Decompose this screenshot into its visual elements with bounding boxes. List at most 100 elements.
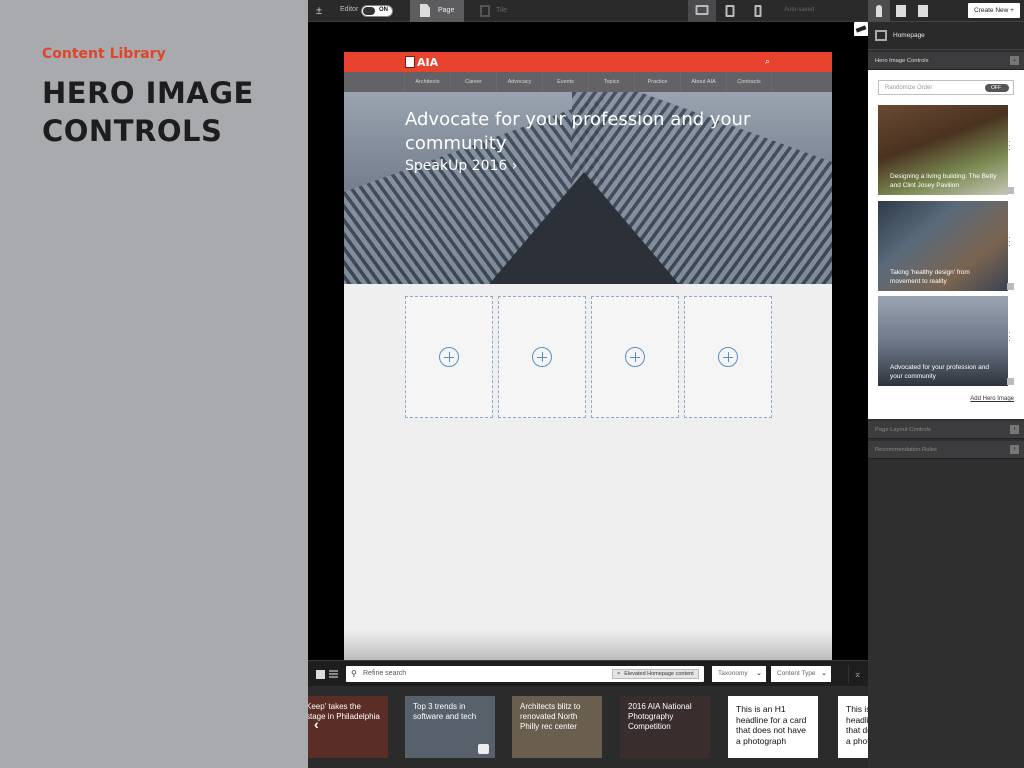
- nav-item-events[interactable]: Events: [542, 72, 588, 92]
- nav-item-about[interactable]: About AIA: [680, 72, 726, 92]
- empty-tile-slot[interactable]: [684, 296, 772, 418]
- create-new-button[interactable]: Create New +: [968, 3, 1020, 18]
- homepage-row[interactable]: Homepage: [868, 22, 1024, 50]
- randomize-toggle[interactable]: OFF: [985, 84, 1009, 92]
- tab-page-label: Page: [438, 7, 455, 14]
- hero-image-item[interactable]: Taking 'healthy design' from movement to…: [878, 201, 1008, 291]
- pin-tab[interactable]: [868, 0, 890, 22]
- tab-tile-label: Tile: [496, 7, 508, 14]
- library-filter-bar: ⚲ Refine search × Elevated Homepage conte…: [308, 660, 868, 686]
- card-title: This is an H1 headline for a card that d…: [736, 704, 807, 746]
- remove-icon[interactable]: [1007, 378, 1014, 385]
- card-title: 2016 AIA National Photography Competitio…: [628, 702, 692, 731]
- slide-title-line1: HERO IMAGE: [42, 76, 254, 110]
- drag-handle-icon[interactable]: · · ·: [1008, 329, 1014, 345]
- page-layout-label: Page Layout Controls: [875, 427, 931, 433]
- desktop-icon: [695, 5, 709, 15]
- list-view-icon[interactable]: [329, 670, 338, 679]
- hero-image-caption: Designing a living building: The Betty a…: [890, 173, 997, 189]
- search-placeholder: Refine search: [363, 670, 407, 677]
- nav-item-topics[interactable]: Topics: [588, 72, 634, 92]
- content-card[interactable]: 2016 AIA National Photography Competitio…: [620, 696, 710, 758]
- card-title: Architects blitz to renovated North Phil…: [520, 702, 581, 731]
- hero-image-item[interactable]: Designing a living building: The Betty a…: [878, 105, 1008, 195]
- chevron-right-icon[interactable]: ›: [1010, 445, 1019, 454]
- grid-view-icon[interactable]: [316, 670, 325, 679]
- grid-icon: [875, 30, 887, 41]
- chevron-down-icon[interactable]: ⌄: [1010, 56, 1019, 65]
- files-tab[interactable]: [912, 0, 934, 22]
- collapse-library-button[interactable]: ⌅: [848, 665, 866, 683]
- tablet-view-button[interactable]: [716, 0, 744, 22]
- add-content-icon[interactable]: ±: [312, 4, 326, 18]
- add-tile-icon[interactable]: [718, 347, 738, 367]
- taxonomy-select[interactable]: Taxonomy ⌄: [712, 666, 766, 682]
- drag-handle-icon[interactable]: · · ·: [1008, 234, 1014, 250]
- hero-image-caption: Advocated for your profession and your c…: [890, 364, 990, 380]
- content-card[interactable]: Architects blitz to renovated North Phil…: [512, 696, 602, 758]
- empty-tile-slot[interactable]: [591, 296, 679, 418]
- mobile-view-button[interactable]: [744, 0, 772, 22]
- nav-item-career[interactable]: Career: [450, 72, 496, 92]
- nav-item-contracts[interactable]: Contracts: [726, 72, 772, 92]
- content-card[interactable]: Top 3 trends in software and tech: [405, 696, 495, 758]
- homepage-label: Homepage: [893, 32, 925, 39]
- randomize-order-row: Randomize Order OFF: [878, 80, 1014, 95]
- pages-icon: [896, 5, 906, 17]
- content-card[interactable]: Keep' takes the stage in Philadelphia: [308, 696, 388, 758]
- aia-seal-icon: [405, 56, 415, 68]
- chevron-right-icon[interactable]: ›: [1010, 425, 1019, 434]
- add-tile-icon[interactable]: [439, 347, 459, 367]
- pages-tab[interactable]: [890, 0, 912, 22]
- remove-icon[interactable]: [1007, 283, 1014, 290]
- empty-tile-slot[interactable]: [405, 296, 493, 418]
- aia-logo[interactable]: AIA: [405, 55, 438, 69]
- slide-subtitle: Content Library: [42, 46, 166, 62]
- add-tile-icon[interactable]: [532, 347, 552, 367]
- desktop-view-button[interactable]: [688, 0, 716, 22]
- site-header: AIA ⌕: [344, 52, 832, 72]
- card-title: Keep' takes the stage in Philadelphia: [308, 702, 380, 721]
- scroll-left-icon[interactable]: ‹: [314, 716, 319, 732]
- filter-chip-label: Elevated Homepage content: [624, 671, 694, 677]
- tile-icon: [480, 5, 490, 17]
- autosave-status: Auto-saved: [784, 7, 815, 13]
- nav-item-practice[interactable]: Practice: [634, 72, 680, 92]
- tablet-icon: [725, 5, 735, 17]
- hero-link[interactable]: SpeakUp 2016 ›: [405, 158, 517, 174]
- mobile-icon: [754, 5, 762, 17]
- nav-item-architects[interactable]: Architects: [404, 72, 450, 92]
- remove-icon[interactable]: [1007, 187, 1014, 194]
- hero-banner[interactable]: Advocate for your profession and your co…: [344, 92, 832, 284]
- filter-chip[interactable]: × Elevated Homepage content: [612, 669, 699, 679]
- tab-page[interactable]: Page: [410, 0, 464, 22]
- chip-remove-icon[interactable]: ×: [617, 671, 620, 677]
- scroll-right-icon[interactable]: ›: [852, 716, 857, 732]
- randomize-toggle-state: OFF: [991, 85, 1001, 91]
- card-title: This is an H1 headline for a card that d…: [846, 704, 868, 746]
- editor-toggle[interactable]: ON: [361, 5, 393, 17]
- slide-title: HERO IMAGE CONTROLS: [42, 74, 254, 150]
- hero-controls-label: Hero Image Controls: [875, 58, 929, 64]
- search-icon[interactable]: ⌕: [765, 56, 770, 67]
- hero-image-item[interactable]: Advocated for your profession and your c…: [878, 296, 1008, 386]
- content-type-select[interactable]: Content Type ⌄: [771, 666, 831, 682]
- editor-label: Editor: [340, 6, 359, 13]
- publish-icon[interactable]: [854, 22, 868, 36]
- hero-controls-header[interactable]: Hero Image Controls ⌄: [868, 52, 1024, 70]
- right-panel: Create New + Homepage Hero Image Control…: [868, 0, 1024, 768]
- recommendation-header[interactable]: Recommendation Rules ›: [868, 441, 1024, 459]
- nav-item-advocacy[interactable]: Advocacy: [496, 72, 542, 92]
- add-hero-image-link[interactable]: Add Hero Image: [970, 396, 1014, 402]
- content-card[interactable]: This is an H1 headline for a card that d…: [728, 696, 818, 758]
- page-canvas: AIA ⌕ Architects Career Advocacy Events …: [344, 52, 832, 660]
- page-layout-header[interactable]: Page Layout Controls ›: [868, 421, 1024, 439]
- library-search-input[interactable]: ⚲ Refine search × Elevated Homepage conte…: [346, 666, 704, 682]
- drag-handle-icon[interactable]: · · ·: [1008, 138, 1014, 154]
- hero-image-caption: Taking 'healthy design' from movement to…: [890, 269, 970, 285]
- tab-tile[interactable]: Tile: [478, 0, 528, 22]
- right-panel-toolbar: Create New +: [868, 0, 1024, 22]
- add-tile-icon[interactable]: [625, 347, 645, 367]
- pin-icon: [876, 5, 882, 17]
- empty-tile-slot[interactable]: [498, 296, 586, 418]
